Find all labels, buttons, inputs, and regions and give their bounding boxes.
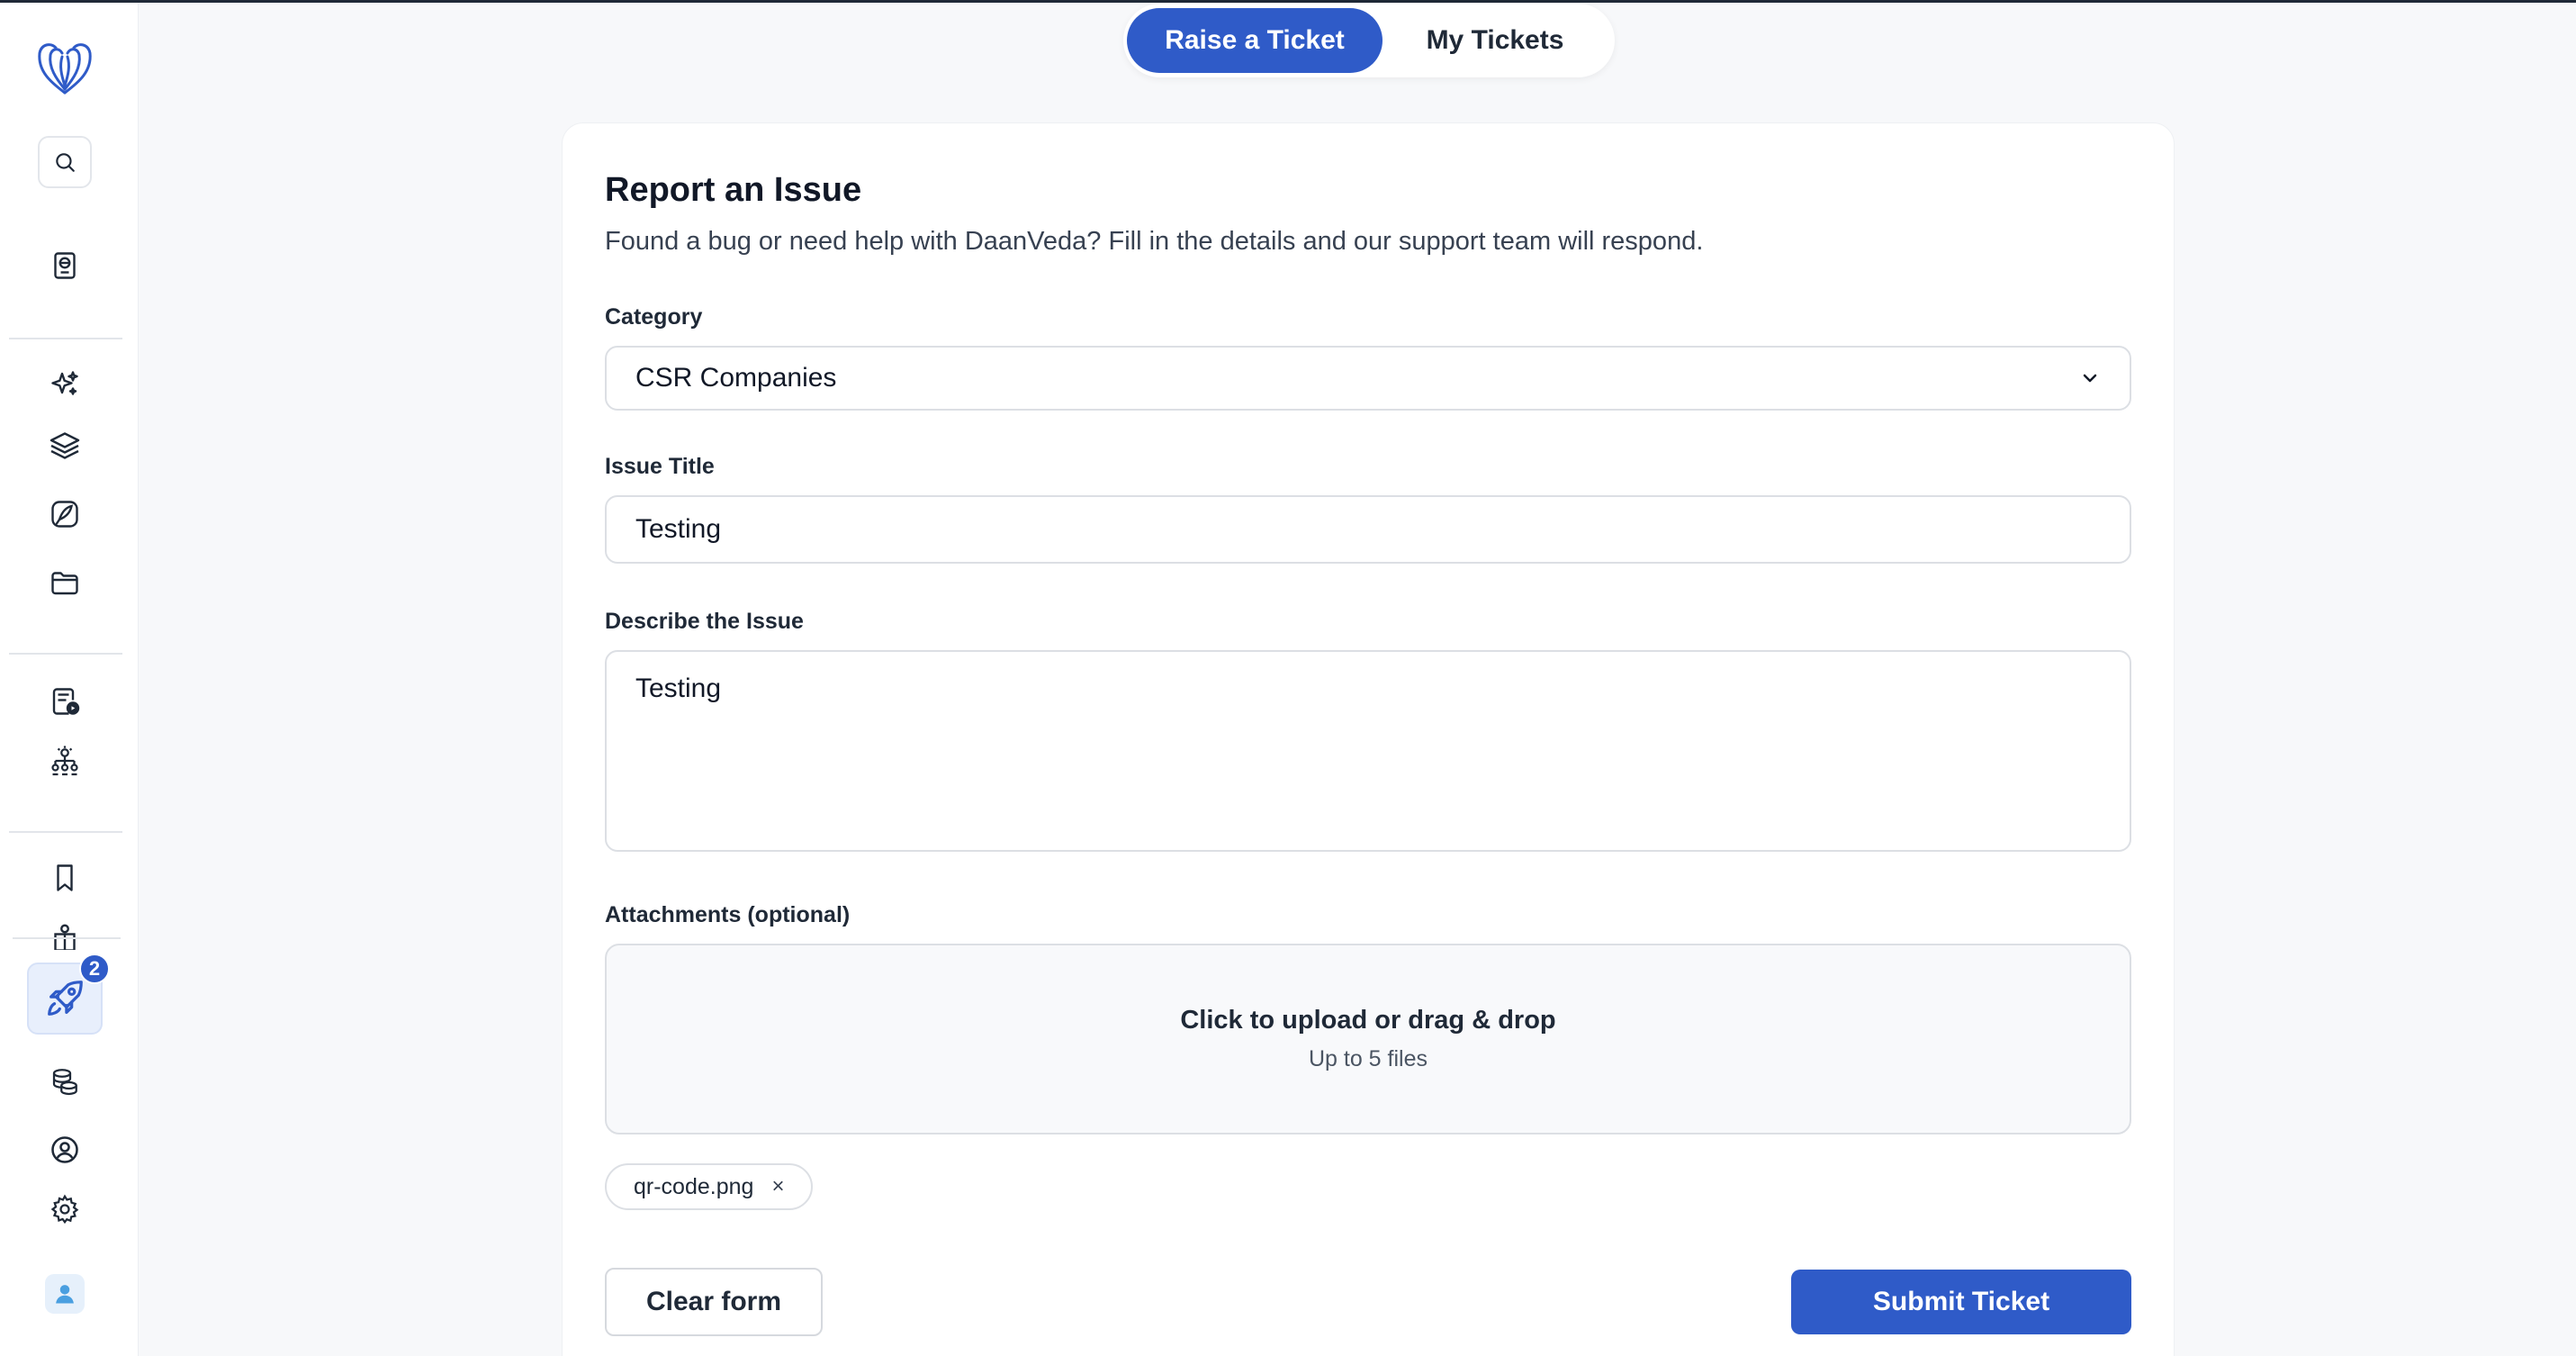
user-circle-icon[interactable] bbox=[40, 1125, 90, 1175]
sidebar-divider bbox=[13, 937, 121, 939]
tab-raise-ticket[interactable]: Raise a Ticket bbox=[1127, 8, 1383, 73]
upload-title: Click to upload or drag & drop bbox=[1180, 1006, 1556, 1035]
bookmark-icon[interactable] bbox=[40, 853, 90, 903]
upload-hint: Up to 5 files bbox=[1308, 1046, 1428, 1071]
folder-icon[interactable] bbox=[40, 557, 90, 608]
notification-badge: 2 bbox=[79, 954, 110, 984]
coins-icon[interactable] bbox=[40, 1056, 90, 1107]
sidebar-divider bbox=[9, 653, 122, 655]
tab-my-tickets[interactable]: My Tickets bbox=[1383, 8, 1608, 73]
attachments-label: Attachments (optional) bbox=[605, 902, 851, 927]
document-play-icon[interactable] bbox=[40, 676, 90, 727]
network-icon[interactable] bbox=[40, 736, 90, 786]
issue-title-input[interactable]: Testing bbox=[605, 495, 2131, 564]
sparkles-icon[interactable] bbox=[40, 359, 90, 410]
file-upload-dropzone[interactable]: Click to upload or drag & drop Up to 5 f… bbox=[605, 944, 2131, 1135]
category-select[interactable]: CSR Companies bbox=[605, 346, 2131, 411]
logo-icon[interactable] bbox=[32, 35, 97, 98]
issue-title-label: Issue Title bbox=[605, 454, 715, 479]
layers-icon[interactable] bbox=[40, 420, 90, 471]
category-label: Category bbox=[605, 304, 703, 330]
clear-form-button[interactable]: Clear form bbox=[605, 1268, 823, 1336]
category-selected-value: CSR Companies bbox=[635, 363, 837, 393]
sidebar: 2 bbox=[0, 3, 139, 1356]
remove-attachment-icon[interactable]: × bbox=[771, 1174, 784, 1199]
attachment-chip: qr-code.png × bbox=[605, 1163, 814, 1210]
description-textarea[interactable]: Testing bbox=[605, 650, 2131, 852]
description-label: Describe the Issue bbox=[605, 609, 804, 634]
gift-icon[interactable] bbox=[40, 914, 90, 950]
page-subtitle: Found a bug or need help with DaanVeda? … bbox=[605, 227, 1704, 256]
sidebar-divider bbox=[9, 831, 122, 833]
ticket-tabs: Raise a Ticket My Tickets bbox=[1123, 4, 1615, 77]
search-icon[interactable] bbox=[38, 136, 92, 188]
feather-icon[interactable] bbox=[40, 489, 90, 539]
window-top-border bbox=[0, 0, 2576, 3]
passport-icon[interactable] bbox=[40, 240, 90, 291]
submit-ticket-button[interactable]: Submit Ticket bbox=[1791, 1270, 2131, 1334]
chevron-down-icon bbox=[2083, 374, 2097, 383]
page-title: Report an Issue bbox=[605, 171, 862, 209]
attachment-filename: qr-code.png bbox=[634, 1173, 754, 1199]
sidebar-divider bbox=[9, 338, 122, 339]
avatar-icon[interactable] bbox=[45, 1274, 85, 1314]
gear-icon[interactable] bbox=[40, 1184, 90, 1234]
